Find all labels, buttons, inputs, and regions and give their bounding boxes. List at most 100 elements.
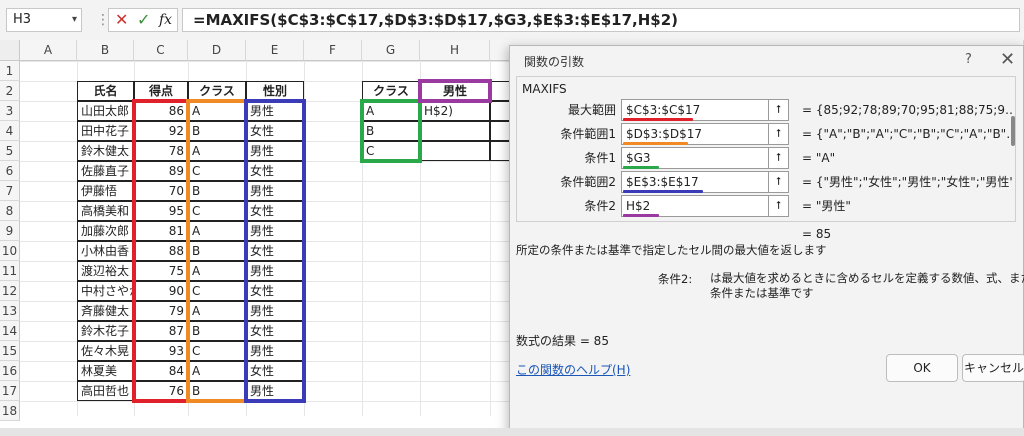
- row-header[interactable]: 1: [0, 61, 20, 81]
- table-header-cell[interactable]: 性別: [246, 81, 304, 101]
- range-highlight-gender: [244, 99, 306, 403]
- argument-label: 条件範囲1: [560, 127, 616, 141]
- table-cell[interactable]: 伊藤悟: [77, 181, 134, 201]
- row-header[interactable]: 16: [0, 361, 20, 381]
- name-box[interactable]: H3 ▾: [6, 8, 82, 32]
- row-header[interactable]: 6: [0, 161, 20, 181]
- argument-value-preview: = {"A";"B";"A";"C";"B";"C";"A";"B"…: [802, 127, 1012, 141]
- cancel-button[interactable]: キャンセル: [962, 354, 1024, 382]
- function-description: 所定の条件または基準で指定したセル間の最大値を返します: [516, 243, 827, 257]
- name-box-value: H3: [13, 12, 32, 27]
- argument-description-label: 条件2:: [658, 272, 693, 286]
- formula-result: 数式の結果 = 85: [516, 334, 609, 348]
- chevron-down-icon[interactable]: ▾: [72, 9, 77, 31]
- row-header[interactable]: 12: [0, 281, 20, 301]
- column-header[interactable]: E: [246, 40, 304, 61]
- lookup-result-cell[interactable]: [420, 121, 490, 141]
- row-header[interactable]: 4: [0, 121, 20, 141]
- argument-value-preview: = {85;92;78;89;70;95;81;88;75;9…: [802, 103, 1012, 117]
- row-header[interactable]: 17: [0, 381, 20, 401]
- table-cell[interactable]: 加藤次郎: [77, 221, 134, 241]
- collapse-dialog-icon[interactable]: ⭡: [769, 147, 789, 169]
- argument-color-underline: [623, 190, 703, 193]
- function-name: MAXIFS: [520, 82, 569, 96]
- function-arguments-dialog: 関数の引数 ? ✕ MAXIFS 最大範囲 $C$3:$C$17 ⭡ = {85;92…: [509, 45, 1024, 436]
- args-scrollbar[interactable]: [1011, 116, 1015, 146]
- row-header[interactable]: 10: [0, 241, 20, 261]
- row-header[interactable]: 15: [0, 341, 20, 361]
- formula-bar: H3 ▾ ⋮ ✕ ✓ fx =MAXIFS($C$3:$C$17,$D$3:$D…: [0, 0, 1024, 41]
- table-cell[interactable]: 中村さやか: [77, 281, 134, 301]
- table-cell[interactable]: 高田哲也: [77, 381, 134, 401]
- function-result-preview: = 85: [802, 227, 832, 241]
- row-header[interactable]: 7: [0, 181, 20, 201]
- table-cell[interactable]: 佐々木晃: [77, 341, 134, 361]
- insert-function-icon[interactable]: fx: [159, 10, 172, 30]
- table-cell[interactable]: 渡辺裕太: [77, 261, 134, 281]
- row-header[interactable]: 8: [0, 201, 20, 221]
- select-all-corner[interactable]: [0, 40, 20, 61]
- row-header[interactable]: 18: [0, 401, 20, 421]
- dialog-title: 関数の引数: [524, 55, 585, 69]
- collapse-dialog-icon[interactable]: ⭡: [769, 123, 789, 145]
- argument-color-underline: [623, 118, 693, 121]
- lookup-header-class[interactable]: クラス: [362, 81, 420, 101]
- table-cell[interactable]: 田中花子: [77, 121, 134, 141]
- argument-label: 条件範囲2: [560, 175, 616, 189]
- argument-description: は最大値を求めるときに含めるセルを定義する数値、式、またはテキストの形式の 条件…: [710, 271, 1024, 301]
- argument-description-line: は最大値を求めるときに含めるセルを定義する数値、式、またはテキストの形式の: [710, 271, 1024, 285]
- formula-input[interactable]: =MAXIFS($C$3:$C$17,$D$3:$D$17,$G3,$E$3:$…: [182, 8, 1020, 32]
- row-header[interactable]: 13: [0, 301, 20, 321]
- function-help-link[interactable]: この関数のヘルプ(H): [516, 361, 630, 378]
- range-highlight-criteria-class: [360, 99, 422, 163]
- row-header[interactable]: 2: [0, 81, 20, 101]
- row-header[interactable]: 5: [0, 141, 20, 161]
- collapse-dialog-icon[interactable]: ⭡: [769, 195, 789, 217]
- ok-button[interactable]: OK: [886, 354, 958, 382]
- collapse-dialog-icon[interactable]: ⭡: [769, 99, 789, 121]
- range-highlight-criteria-gender: [418, 79, 492, 103]
- close-icon[interactable]: ✕: [1000, 49, 1015, 70]
- table-cell[interactable]: 高橋美和: [77, 201, 134, 221]
- range-highlight-class: [186, 99, 248, 403]
- argument-label: 条件1: [584, 151, 616, 165]
- row-header[interactable]: 11: [0, 261, 20, 281]
- column-header[interactable]: F: [304, 40, 362, 61]
- table-cell[interactable]: 小林由香: [77, 241, 134, 261]
- table-header-cell[interactable]: クラス: [188, 81, 246, 101]
- help-icon[interactable]: ?: [965, 52, 972, 67]
- table-header-cell[interactable]: 氏名: [77, 81, 134, 101]
- formula-bar-buttons: ✕ ✓ fx: [108, 8, 178, 32]
- argument-value-preview: = "男性": [802, 199, 851, 213]
- lookup-result-cell[interactable]: [420, 141, 490, 161]
- range-highlight-score: [132, 99, 190, 403]
- argument-description-line: 条件または基準です: [710, 286, 814, 300]
- table-cell[interactable]: 佐藤直子: [77, 161, 134, 181]
- sheet-tab-bar[interactable]: [0, 428, 1024, 436]
- table-header-cell[interactable]: 得点: [134, 81, 188, 101]
- argument-value-preview: = "A": [802, 151, 836, 165]
- column-header[interactable]: B: [77, 40, 134, 61]
- table-cell[interactable]: 斉藤健太: [77, 301, 134, 321]
- table-cell[interactable]: 鈴木花子: [77, 321, 134, 341]
- cancel-icon[interactable]: ✕: [115, 10, 128, 30]
- table-cell[interactable]: 山田太郎: [77, 101, 134, 121]
- argument-color-underline: [623, 142, 688, 145]
- row-header[interactable]: 14: [0, 321, 20, 341]
- table-cell[interactable]: 鈴木健太: [77, 141, 134, 161]
- argument-color-underline: [623, 214, 659, 217]
- enter-icon[interactable]: ✓: [137, 10, 150, 30]
- argument-label: 最大範囲: [567, 103, 616, 117]
- row-header[interactable]: 3: [0, 101, 20, 121]
- argument-label: 条件2: [584, 199, 616, 213]
- column-header[interactable]: H: [420, 40, 490, 61]
- table-cell[interactable]: 林夏美: [77, 361, 134, 381]
- collapse-dialog-icon[interactable]: ⭡: [769, 171, 789, 193]
- active-cell[interactable]: H$2): [420, 101, 490, 121]
- column-header[interactable]: G: [362, 40, 420, 61]
- argument-value-preview: = {"男性";"女性";"男性";"女性";"男性": [802, 175, 1012, 189]
- column-header[interactable]: A: [20, 40, 77, 61]
- column-header[interactable]: C: [134, 40, 188, 61]
- column-header[interactable]: D: [188, 40, 246, 61]
- row-header[interactable]: 9: [0, 221, 20, 241]
